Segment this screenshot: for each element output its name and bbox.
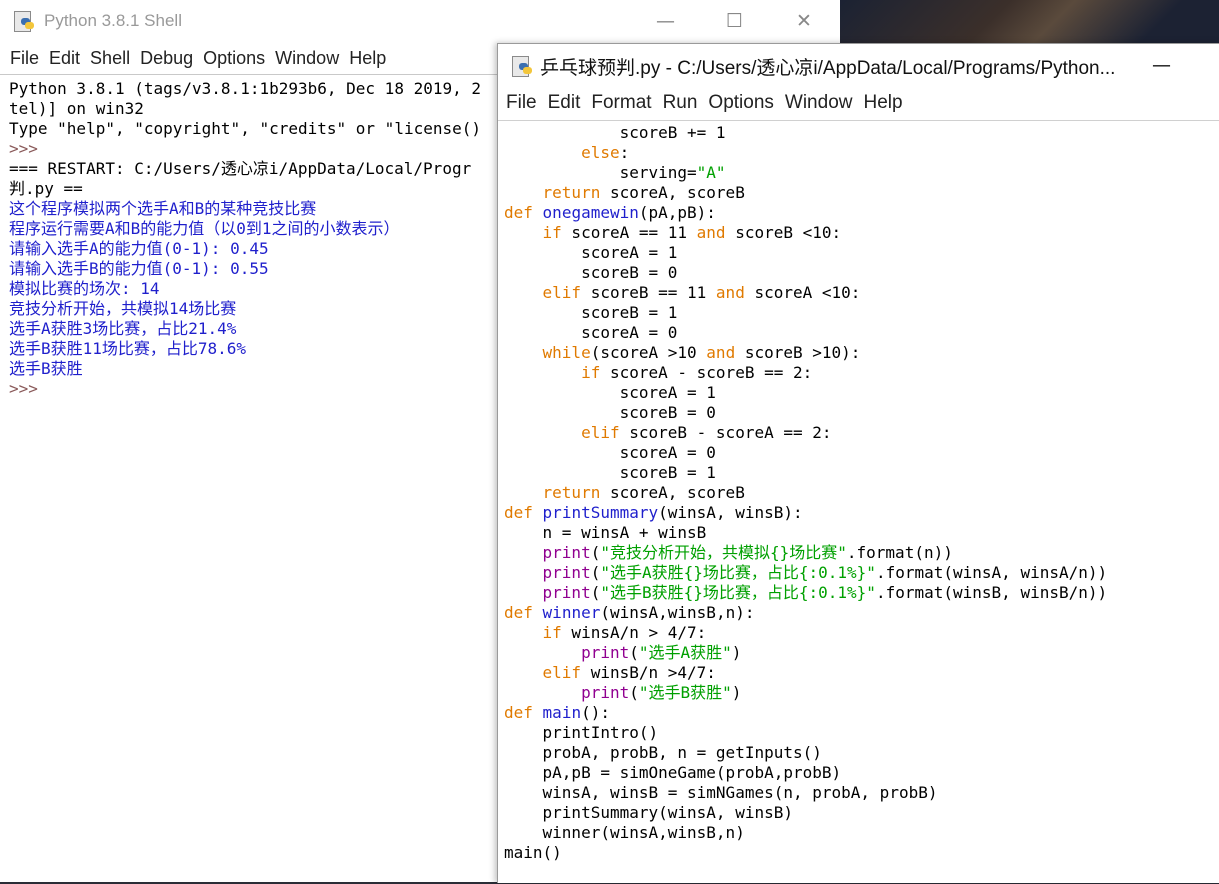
code-line: if scoreA - scoreB == 2: <box>581 363 813 382</box>
code-line: elif winsB/n >4/7: <box>542 663 716 682</box>
editor-menu-run[interactable]: Run <box>663 92 698 114</box>
code-line: if winsA/n > 4/7: <box>542 623 707 642</box>
shell-title: Python 3.8.1 Shell <box>44 11 182 30</box>
shell-line: 竞技分析开始，共模拟14场比赛 <box>9 299 237 318</box>
shell-line: Python 3.8.1 (tags/v3.8.1:1b293b6, Dec 1… <box>9 79 482 98</box>
code-line: winner(winsA,winsB,n) <box>504 823 745 842</box>
python-file-icon <box>512 54 534 78</box>
code-line: probA, probB, n = getInputs() <box>504 743 822 762</box>
shell-line: 程序运行需要A和B的能力值（以0到1之间的小数表示） <box>9 219 400 238</box>
shell-line: 选手B获胜11场比赛，占比78.6% <box>9 339 247 358</box>
editor-title: 乒乓球预判.py - C:/Users/透心凉i/AppData/Local/P… <box>540 57 1116 79</box>
shell-line: 选手A获胜3场比赛，占比21.4% <box>9 319 237 338</box>
minimize-icon[interactable]: — <box>656 10 675 32</box>
shell-menu-edit[interactable]: Edit <box>49 48 80 69</box>
code-line: scoreB = 1 <box>504 303 678 322</box>
code-line: print("竞技分析开始，共模拟{}场比赛".format(n)) <box>542 543 953 562</box>
shell-menu-debug[interactable]: Debug <box>140 48 193 69</box>
shell-line: 请输入选手B的能力值(0-1): 0.55 <box>9 259 269 278</box>
code-line: else: <box>581 143 630 162</box>
code-line: elif scoreB == 11 and scoreA <10: <box>542 283 861 302</box>
code-line: scoreA = 1 <box>504 243 678 262</box>
code-line: scoreB = 0 <box>504 263 678 282</box>
code-line: scoreB = 0 <box>504 403 716 422</box>
shell-output-text: Python 3.8.1 (tags/v3.8.1:1b293b6, Dec 1… <box>9 79 481 399</box>
shell-line: === RESTART: C:/Users/透心凉i/AppData/Local… <box>9 159 472 178</box>
editor-menu-help[interactable]: Help <box>863 92 902 114</box>
code-line: while(scoreA >10 and scoreB >10): <box>542 343 861 362</box>
shell-line: Type "help", "copyright", "credits" or "… <box>9 119 482 138</box>
shell-menu-help[interactable]: Help <box>349 48 386 69</box>
code-line: n = winsA + winsB <box>504 523 707 542</box>
code-line: print("选手A获胜{}场比赛，占比{:0.1%}".format(wins… <box>542 563 1108 582</box>
code-line: elif scoreB - scoreA == 2: <box>581 423 832 442</box>
code-line: def onegamewin(pA,pB): <box>504 203 716 222</box>
editor-menu-options[interactable]: Options <box>708 92 773 114</box>
editor-menu-window[interactable]: Window <box>785 92 853 114</box>
code-line: print("选手B获胜{}场比赛，占比{:0.1%}".format(wins… <box>542 583 1108 602</box>
code-line: printSummary(winsA, winsB) <box>504 803 793 822</box>
shell-menu-shell[interactable]: Shell <box>90 48 130 69</box>
editor-menubar: File Edit Format Run Options Window Help <box>498 88 1219 118</box>
code-line: printIntro() <box>504 723 659 742</box>
close-icon[interactable]: ✕ <box>796 10 812 32</box>
maximize-icon[interactable]: ☐ <box>726 10 743 32</box>
code-line: main() <box>504 843 562 862</box>
shell-line: 这个程序模拟两个选手A和B的某种竞技比赛 <box>9 199 317 218</box>
editor-menu-file[interactable]: File <box>506 92 537 114</box>
editor-menu-format[interactable]: Format <box>591 92 651 114</box>
code-line: scoreA = 1 <box>504 383 716 402</box>
code-line: scoreB = 1 <box>504 463 716 482</box>
code-text: scoreB += 1 else: serving="A" return sco… <box>504 123 1107 863</box>
shell-line: >>> <box>9 139 38 158</box>
shell-line: tel)] on win32 <box>9 99 144 118</box>
code-line: def printSummary(winsA, winsB): <box>504 503 803 522</box>
shell-line: 选手B获胜 <box>9 359 83 378</box>
code-line: print("选手A获胜") <box>581 643 742 662</box>
editor-menu-edit[interactable]: Edit <box>548 92 581 114</box>
shell-line: >>> <box>9 379 38 398</box>
code-line: return scoreA, scoreB <box>542 183 745 202</box>
code-line: def winner(winsA,winsB,n): <box>504 603 755 622</box>
shell-line: 模拟比赛的场次: 14 <box>9 279 160 298</box>
editor-titlebar[interactable]: 乒乓球预判.py - C:/Users/透心凉i/AppData/Local/P… <box>498 44 1219 88</box>
shell-menu-options[interactable]: Options <box>203 48 265 69</box>
code-line: return scoreA, scoreB <box>542 483 745 502</box>
shell-titlebar[interactable]: Python 3.8.1 Shell — ☐ ✕ <box>0 0 840 42</box>
code-line: if scoreA == 11 and scoreB <10: <box>542 223 842 242</box>
shell-menu-window[interactable]: Window <box>275 48 339 69</box>
code-editor-area[interactable]: scoreB += 1 else: serving="A" return sco… <box>498 120 1219 884</box>
code-line: winsA, winsB = simNGames(n, probA, probB… <box>504 783 938 802</box>
code-line: print("选手B获胜") <box>581 683 742 702</box>
shell-line: 判.py == <box>9 179 83 198</box>
code-line: scoreA = 0 <box>504 323 678 342</box>
code-line: pA,pB = simOneGame(probA,probB) <box>504 763 842 782</box>
code-line: scoreA = 0 <box>504 443 716 462</box>
editor-window: 乒乓球预判.py - C:/Users/透心凉i/AppData/Local/P… <box>497 43 1219 883</box>
shell-line: 请输入选手A的能力值(0-1): 0.45 <box>9 239 269 258</box>
code-line: scoreB += 1 <box>504 123 726 142</box>
code-line: serving="A" <box>504 163 726 182</box>
code-line: def main(): <box>504 703 610 722</box>
python-file-icon <box>14 9 36 33</box>
minimize-icon[interactable]: — <box>1152 54 1171 76</box>
shell-menu-file[interactable]: File <box>10 48 39 69</box>
